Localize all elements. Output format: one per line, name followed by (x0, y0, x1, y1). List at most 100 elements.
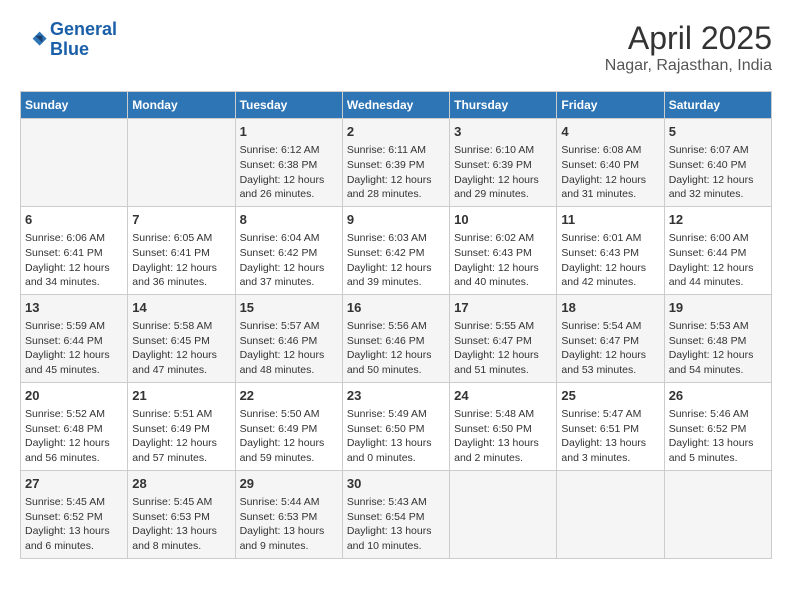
day-number: 15 (240, 299, 338, 317)
day-number: 27 (25, 475, 123, 493)
day-cell: 12 Sunrise: 6:00 AMSunset: 6:44 PMDayligh… (664, 206, 771, 294)
day-cell: 16 Sunrise: 5:56 AMSunset: 6:46 PMDayligh… (342, 294, 449, 382)
day-info: Sunrise: 6:07 AMSunset: 6:40 PMDaylight:… (669, 143, 767, 202)
day-info: Sunrise: 6:02 AMSunset: 6:43 PMDaylight:… (454, 231, 552, 290)
day-info: Sunrise: 6:12 AMSunset: 6:38 PMDaylight:… (240, 143, 338, 202)
day-info: Sunrise: 5:50 AMSunset: 6:49 PMDaylight:… (240, 407, 338, 466)
day-number: 24 (454, 387, 552, 405)
day-cell: 7 Sunrise: 6:05 AMSunset: 6:41 PMDaylight… (128, 206, 235, 294)
day-cell (128, 119, 235, 207)
day-number: 14 (132, 299, 230, 317)
day-cell: 11Sunrise: 6:01 AMSunset: 6:43 PMDayligh… (557, 206, 664, 294)
page-header: General Blue April 2025 Nagar, Rajasthan… (20, 20, 772, 75)
day-number: 26 (669, 387, 767, 405)
day-number: 22 (240, 387, 338, 405)
day-info: Sunrise: 5:59 AMSunset: 6:44 PMDaylight:… (25, 319, 123, 378)
logo: General Blue (20, 20, 117, 60)
day-cell (557, 470, 664, 558)
week-row-4: 20Sunrise: 5:52 AMSunset: 6:48 PMDayligh… (21, 382, 772, 470)
day-number: 2 (347, 123, 445, 141)
header-sunday: Sunday (21, 92, 128, 119)
day-cell: 5 Sunrise: 6:07 AMSunset: 6:40 PMDaylight… (664, 119, 771, 207)
day-number: 9 (347, 211, 445, 229)
logo-text: General Blue (50, 20, 117, 60)
day-cell: 3Sunrise: 6:10 AMSunset: 6:39 PMDaylight… (450, 119, 557, 207)
day-cell: 18Sunrise: 5:54 AMSunset: 6:47 PMDayligh… (557, 294, 664, 382)
day-info: Sunrise: 6:01 AMSunset: 6:43 PMDaylight:… (561, 231, 659, 290)
day-cell: 19 Sunrise: 5:53 AMSunset: 6:48 PMDayligh… (664, 294, 771, 382)
day-cell: 24 Sunrise: 5:48 AMSunset: 6:50 PMDayligh… (450, 382, 557, 470)
day-info: Sunrise: 5:53 AMSunset: 6:48 PMDaylight:… (669, 319, 767, 378)
day-info: Sunrise: 5:45 AMSunset: 6:53 PMDaylight:… (132, 495, 230, 554)
week-row-3: 13 Sunrise: 5:59 AMSunset: 6:44 PMDayligh… (21, 294, 772, 382)
day-number: 10 (454, 211, 552, 229)
day-cell: 4 Sunrise: 6:08 AMSunset: 6:40 PMDaylight… (557, 119, 664, 207)
page-subtitle: Nagar, Rajasthan, India (605, 57, 772, 75)
day-number: 25 (561, 387, 659, 405)
day-info: Sunrise: 5:44 AMSunset: 6:53 PMDaylight:… (240, 495, 338, 554)
header-thursday: Thursday (450, 92, 557, 119)
header-monday: Monday (128, 92, 235, 119)
day-info: Sunrise: 5:45 AMSunset: 6:52 PMDaylight:… (25, 495, 123, 554)
day-info: Sunrise: 5:47 AMSunset: 6:51 PMDaylight:… (561, 407, 659, 466)
week-row-2: 6 Sunrise: 6:06 AMSunset: 6:41 PMDaylight… (21, 206, 772, 294)
day-cell: 6 Sunrise: 6:06 AMSunset: 6:41 PMDaylight… (21, 206, 128, 294)
week-row-1: 1Sunrise: 6:12 AMSunset: 6:38 PMDaylight… (21, 119, 772, 207)
day-number: 8 (240, 211, 338, 229)
day-info: Sunrise: 5:51 AMSunset: 6:49 PMDaylight:… (132, 407, 230, 466)
day-info: Sunrise: 6:10 AMSunset: 6:39 PMDaylight:… (454, 143, 552, 202)
day-cell: 25 Sunrise: 5:47 AMSunset: 6:51 PMDayligh… (557, 382, 664, 470)
logo-line2: Blue (50, 39, 89, 59)
day-cell (21, 119, 128, 207)
day-cell: 26Sunrise: 5:46 AMSunset: 6:52 PMDayligh… (664, 382, 771, 470)
day-number: 7 (132, 211, 230, 229)
day-number: 30 (347, 475, 445, 493)
day-number: 23 (347, 387, 445, 405)
day-cell: 13 Sunrise: 5:59 AMSunset: 6:44 PMDayligh… (21, 294, 128, 382)
day-info: Sunrise: 6:03 AMSunset: 6:42 PMDaylight:… (347, 231, 445, 290)
day-cell: 30 Sunrise: 5:43 AMSunset: 6:54 PMDayligh… (342, 470, 449, 558)
day-info: Sunrise: 5:43 AMSunset: 6:54 PMDaylight:… (347, 495, 445, 554)
day-number: 19 (669, 299, 767, 317)
day-info: Sunrise: 6:05 AMSunset: 6:41 PMDaylight:… (132, 231, 230, 290)
day-number: 5 (669, 123, 767, 141)
day-number: 6 (25, 211, 123, 229)
week-row-5: 27 Sunrise: 5:45 AMSunset: 6:52 PMDayligh… (21, 470, 772, 558)
day-info: Sunrise: 5:49 AMSunset: 6:50 PMDaylight:… (347, 407, 445, 466)
day-info: Sunrise: 5:56 AMSunset: 6:46 PMDaylight:… (347, 319, 445, 378)
page-title: April 2025 (605, 20, 772, 57)
day-number: 29 (240, 475, 338, 493)
day-cell: 10 Sunrise: 6:02 AMSunset: 6:43 PMDayligh… (450, 206, 557, 294)
day-number: 28 (132, 475, 230, 493)
day-info: Sunrise: 6:04 AMSunset: 6:42 PMDaylight:… (240, 231, 338, 290)
day-number: 4 (561, 123, 659, 141)
day-info: Sunrise: 6:11 AMSunset: 6:39 PMDaylight:… (347, 143, 445, 202)
day-cell: 29 Sunrise: 5:44 AMSunset: 6:53 PMDayligh… (235, 470, 342, 558)
day-cell: 14 Sunrise: 5:58 AMSunset: 6:45 PMDayligh… (128, 294, 235, 382)
day-cell: 20Sunrise: 5:52 AMSunset: 6:48 PMDayligh… (21, 382, 128, 470)
header-tuesday: Tuesday (235, 92, 342, 119)
calendar-table: SundayMondayTuesdayWednesdayThursdayFrid… (20, 91, 772, 559)
logo-line1: General (50, 19, 117, 39)
day-cell: 23 Sunrise: 5:49 AMSunset: 6:50 PMDayligh… (342, 382, 449, 470)
day-cell: 2 Sunrise: 6:11 AMSunset: 6:39 PMDaylight… (342, 119, 449, 207)
day-cell: 28 Sunrise: 5:45 AMSunset: 6:53 PMDayligh… (128, 470, 235, 558)
day-info: Sunrise: 5:52 AMSunset: 6:48 PMDaylight:… (25, 407, 123, 466)
day-info: Sunrise: 6:06 AMSunset: 6:41 PMDaylight:… (25, 231, 123, 290)
header-saturday: Saturday (664, 92, 771, 119)
header-wednesday: Wednesday (342, 92, 449, 119)
day-cell: 27 Sunrise: 5:45 AMSunset: 6:52 PMDayligh… (21, 470, 128, 558)
logo-icon (20, 26, 48, 54)
day-cell: 22 Sunrise: 5:50 AMSunset: 6:49 PMDayligh… (235, 382, 342, 470)
header-friday: Friday (557, 92, 664, 119)
day-cell: 15Sunrise: 5:57 AMSunset: 6:46 PMDayligh… (235, 294, 342, 382)
day-info: Sunrise: 5:58 AMSunset: 6:45 PMDaylight:… (132, 319, 230, 378)
day-number: 13 (25, 299, 123, 317)
day-cell: 8 Sunrise: 6:04 AMSunset: 6:42 PMDaylight… (235, 206, 342, 294)
day-info: Sunrise: 6:08 AMSunset: 6:40 PMDaylight:… (561, 143, 659, 202)
day-number: 12 (669, 211, 767, 229)
day-number: 16 (347, 299, 445, 317)
day-info: Sunrise: 6:00 AMSunset: 6:44 PMDaylight:… (669, 231, 767, 290)
day-info: Sunrise: 5:48 AMSunset: 6:50 PMDaylight:… (454, 407, 552, 466)
day-info: Sunrise: 5:55 AMSunset: 6:47 PMDaylight:… (454, 319, 552, 378)
